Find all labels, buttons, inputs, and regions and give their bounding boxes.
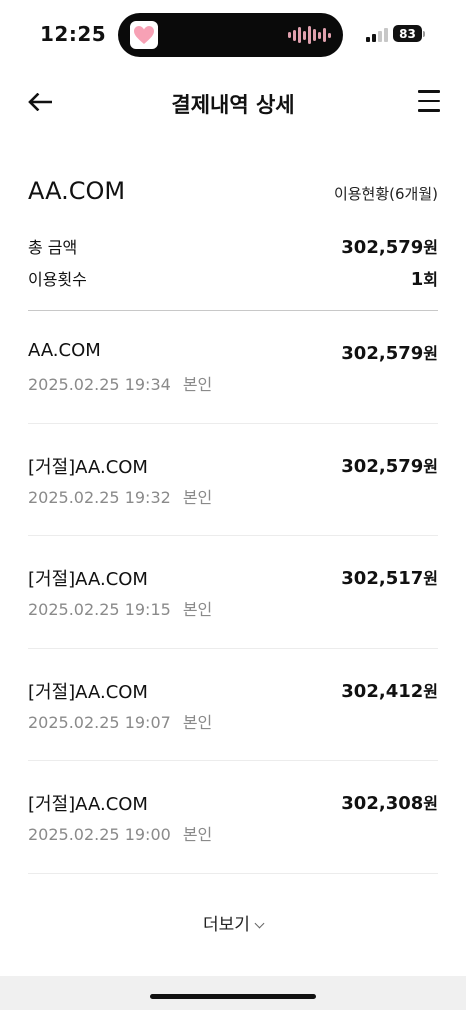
usage-count-value: 1회 [410, 269, 438, 290]
transaction-list: AA.COM 302,579원 2025.02.25 19:34 본인 [거절]A… [28, 311, 438, 874]
transaction-merchant: AA.COM [28, 340, 101, 361]
transaction-merchant: [거절]AA.COM [28, 794, 148, 815]
transaction-row[interactable]: AA.COM 302,579원 2025.02.25 19:34 본인 [28, 311, 438, 424]
transaction-meta: 2025.02.25 19:32 본인 [28, 484, 212, 508]
transaction-amount: 302,308원 [341, 793, 438, 814]
transaction-merchant: [거절]AA.COM [28, 681, 148, 703]
transaction-amount: 302,579원 [341, 455, 438, 477]
transaction-meta: 2025.02.25 19:15 본인 [28, 596, 212, 620]
usage-history-link[interactable]: 이용현황(6개월) [334, 183, 438, 204]
transaction-amount: 302,412원 [341, 680, 438, 702]
transaction-owner: 본인 [182, 712, 213, 732]
header: 결제내역 상세 [0, 76, 466, 130]
total-amount-value: 302,579원 [341, 237, 438, 258]
transaction-merchant: [거절]AA.COM [28, 456, 148, 478]
transaction-amount: 302,517원 [341, 568, 438, 589]
more-label: 더보기 [203, 915, 250, 935]
transaction-amount: 302,579원 [341, 343, 438, 364]
merchant-header: AA.COM 이용현황(6개월) [28, 177, 438, 213]
battery-icon: 83 [393, 25, 425, 42]
merchant-name: AA.COM [28, 177, 126, 205]
battery-level: 83 [393, 25, 422, 42]
transaction-meta: 2025.02.25 19:00 본인 [28, 821, 212, 845]
transaction-merchant: [거절]AA.COM [28, 569, 148, 590]
transaction-row[interactable]: [거절]AA.COM 302,412원 2025.02.25 19:07 본인 [28, 649, 438, 761]
menu-button[interactable] [418, 90, 440, 112]
status-bar: 12:25 83 [0, 0, 466, 70]
dynamic-island [118, 13, 343, 57]
transaction-datetime: 2025.02.25 19:15 [28, 600, 171, 619]
bottom-bar [0, 976, 466, 1010]
heart-icon [130, 21, 158, 49]
transaction-datetime: 2025.02.25 19:34 [28, 375, 171, 394]
transaction-datetime: 2025.02.25 19:32 [28, 487, 171, 507]
page-title: 결제내역 상세 [171, 93, 295, 117]
summary: 총 금액 302,579원 이용횟수 1회 [28, 232, 438, 296]
transaction-row[interactable]: [거절]AA.COM 302,308원 2025.02.25 19:00 본인 [28, 761, 438, 874]
hamburger-menu-icon [418, 90, 440, 93]
transaction-row[interactable]: [거절]AA.COM 302,579원 2025.02.25 19:32 본인 [28, 424, 438, 536]
transaction-owner: 본인 [182, 825, 213, 844]
transaction-row[interactable]: [거절]AA.COM 302,517원 2025.02.25 19:15 본인 [28, 536, 438, 649]
transaction-meta: 2025.02.25 19:07 본인 [28, 709, 212, 733]
status-time: 12:25 [40, 22, 107, 46]
transaction-datetime: 2025.02.25 19:00 [28, 825, 171, 844]
total-amount-label: 총 금액 [28, 238, 78, 257]
total-amount-row: 총 금액 302,579원 [28, 232, 438, 264]
usage-count-label: 이용횟수 [28, 270, 87, 289]
transaction-owner: 본인 [182, 375, 213, 394]
home-indicator[interactable] [150, 994, 316, 999]
usage-count-row: 이용횟수 1회 [28, 264, 438, 296]
audio-wave-icon [288, 26, 331, 44]
transaction-meta: 2025.02.25 19:34 본인 [28, 371, 212, 395]
transaction-owner: 본인 [182, 600, 213, 619]
transaction-datetime: 2025.02.25 19:07 [28, 712, 171, 732]
signal-icon [366, 28, 388, 42]
more-button[interactable]: 더보기 [0, 910, 466, 935]
chevron-down-icon [254, 918, 265, 929]
transaction-owner: 본인 [182, 487, 213, 507]
